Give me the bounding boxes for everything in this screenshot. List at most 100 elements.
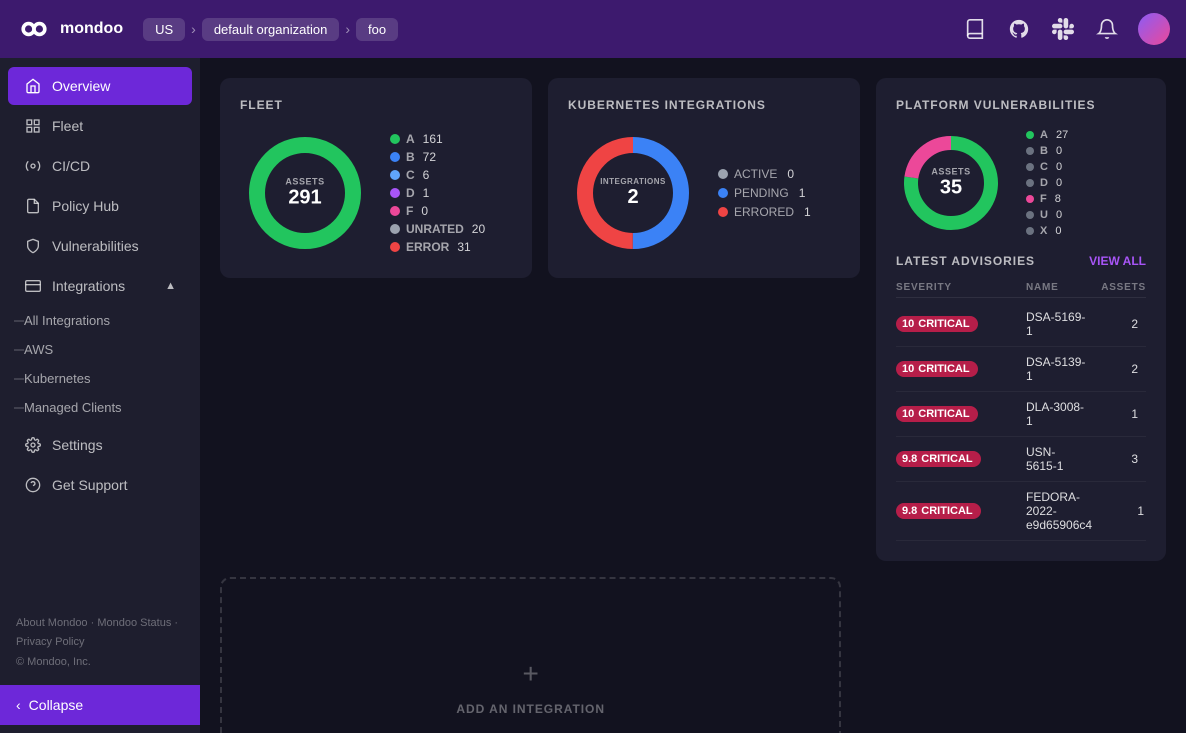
legend-dot-unrated: [390, 224, 400, 234]
legend-dot-d: [390, 188, 400, 198]
vuln-card: PLATFORM VULNERABILITIES ASSETS 35: [876, 78, 1166, 561]
user-avatar[interactable]: [1138, 13, 1170, 45]
legend-dot-c: [390, 170, 400, 180]
severity-badge: 10 CRITICAL: [896, 316, 978, 332]
breadcrumb-org[interactable]: default organization: [202, 18, 339, 41]
advisory-assets: 1: [1086, 407, 1146, 421]
k8s-card-title: KUBERNETES INTEGRATIONS: [568, 98, 840, 112]
severity-badge: 10 CRITICAL: [896, 361, 978, 377]
legend-val-a: 161: [423, 132, 443, 146]
legend-f: F 0: [390, 204, 485, 218]
col-severity: SEVERITY: [896, 282, 1026, 293]
github-icon[interactable]: [1006, 16, 1032, 42]
sidebar-item-kubernetes[interactable]: Kubernetes: [0, 364, 200, 393]
advisory-row[interactable]: 10 CRITICAL DLA-3008-1 1: [896, 392, 1146, 437]
k8s-legend-errored: ERRORED 1: [718, 205, 811, 219]
sidebar-item-overview[interactable]: Overview: [8, 67, 192, 105]
legend-val-f: 0: [421, 204, 428, 218]
advisory-row[interactable]: 10 CRITICAL DSA-5169-1 2: [896, 302, 1146, 347]
advisory-row[interactable]: 9.8 CRITICAL FEDORA-2022-e9d65906c4 1: [896, 482, 1146, 541]
sidebar-item-support[interactable]: Get Support: [8, 466, 192, 504]
vuln-legend-d: D 0: [1026, 177, 1068, 189]
breadcrumb-sep-2: ›: [345, 21, 350, 37]
advisory-row[interactable]: 9.8 CRITICAL USN-5615-1 3: [896, 437, 1146, 482]
mondoo-status-link[interactable]: Mondoo Status: [97, 617, 171, 629]
topnav: mondoo US › default organization › foo: [0, 0, 1186, 58]
sidebar-item-fleet[interactable]: Fleet: [8, 107, 192, 145]
breadcrumb: US › default organization › foo: [143, 18, 962, 41]
advisory-row[interactable]: 10 CRITICAL DSA-5139-1 2: [896, 347, 1146, 392]
k8s-legend-pending: PENDING 1: [718, 186, 811, 200]
legend-d: D 1: [390, 186, 485, 200]
sidebar-item-integrations[interactable]: Integrations ▲: [8, 267, 192, 305]
legend-b: B 72: [390, 150, 485, 164]
legend-c: C 6: [390, 168, 485, 182]
severity-badge: 9.8 CRITICAL: [896, 451, 981, 467]
legend-dot-errored: [718, 207, 728, 217]
sidebar-item-cicd[interactable]: CI/CD: [8, 147, 192, 185]
book-icon[interactable]: [962, 16, 988, 42]
k8s-card: KUBERNETES INTEGRATIONS INTEGRATIONS 2: [548, 78, 860, 278]
breadcrumb-foo[interactable]: foo: [356, 18, 398, 41]
all-integrations-label: All Integrations: [24, 313, 110, 328]
sidebar-item-settings[interactable]: Settings: [8, 426, 192, 464]
legend-val-pending: 1: [799, 186, 806, 200]
breadcrumb-us[interactable]: US: [143, 18, 185, 41]
k8s-chart-area: INTEGRATIONS 2 ACTIVE 0 PENDING: [568, 128, 840, 258]
vuln-chart-area: ASSETS 35 A 27 B 0: [896, 128, 1146, 238]
sidebar: Overview Fleet CI/CD Policy Hub Vulnerab…: [0, 58, 200, 733]
advisory-assets: 2: [1086, 317, 1146, 331]
add-integration-card[interactable]: + ADD AN INTEGRATION: [220, 577, 841, 733]
sidebar-item-managed-clients[interactable]: Managed Clients: [0, 393, 200, 422]
sidebar-item-vulnerabilities[interactable]: Vulnerabilities: [8, 227, 192, 265]
legend-val-c: 6: [423, 168, 430, 182]
advisory-name: DLA-3008-1: [1026, 400, 1086, 428]
advisory-assets: 2: [1086, 362, 1146, 376]
topnav-icons: [962, 13, 1170, 45]
severity-badge: 9.8 CRITICAL: [896, 503, 981, 519]
advisory-name: DSA-5139-1: [1026, 355, 1086, 383]
advisories-table-body: 10 CRITICAL DSA-5169-1 2 10 CRITICAL DSA…: [896, 302, 1146, 541]
advisories-title: LATEST ADVISORIES: [896, 254, 1035, 268]
severity-label: CRITICAL: [918, 318, 969, 330]
severity-score: 9.8: [902, 453, 917, 465]
legend-dot-a: [390, 134, 400, 144]
vuln-legend: A 27 B 0 C 0: [1026, 129, 1068, 237]
vuln-legend-c: C 0: [1026, 161, 1068, 173]
legend-val-active: 0: [787, 167, 794, 181]
severity-score: 9.8: [902, 505, 917, 517]
fleet-card: FLEET ASSETS: [220, 78, 532, 278]
breadcrumb-sep-1: ›: [191, 21, 196, 37]
collapse-button[interactable]: ‹ Collapse: [0, 685, 200, 725]
legend-val-errored: 1: [804, 205, 811, 219]
legend-error: ERROR 31: [390, 240, 485, 254]
sidebar-item-policy[interactable]: Policy Hub: [8, 187, 192, 225]
slack-icon[interactable]: [1050, 16, 1076, 42]
fleet-icon: [24, 117, 42, 135]
plus-icon: +: [522, 658, 538, 690]
k8s-legend: ACTIVE 0 PENDING 1 ERRORED 1: [718, 167, 811, 219]
legend-dot-error: [390, 242, 400, 252]
chevron-up-icon: ▲: [165, 280, 176, 292]
vuln-legend-u: U 0: [1026, 209, 1068, 221]
k8s-legend-active: ACTIVE 0: [718, 167, 811, 181]
view-all-button[interactable]: VIEW ALL: [1089, 254, 1146, 268]
collapse-label: Collapse: [29, 697, 83, 713]
advisory-name: DSA-5169-1: [1026, 310, 1086, 338]
sidebar-fleet-label: Fleet: [52, 118, 83, 134]
sidebar-integrations-label: Integrations: [52, 278, 125, 294]
home-icon: [24, 77, 42, 95]
about-mondoo-link[interactable]: About Mondoo: [16, 617, 88, 629]
severity-score: 10: [902, 318, 914, 330]
legend-val-d: 1: [423, 186, 430, 200]
sidebar-item-all-integrations[interactable]: All Integrations: [0, 306, 200, 335]
advisories-header: LATEST ADVISORIES VIEW ALL: [896, 254, 1146, 268]
sidebar-item-label: Overview: [52, 78, 110, 94]
managed-clients-label: Managed Clients: [24, 400, 122, 415]
privacy-policy-link[interactable]: Privacy Policy: [16, 636, 84, 648]
vuln-legend-a: A 27: [1026, 129, 1068, 141]
sidebar-item-aws[interactable]: AWS: [0, 335, 200, 364]
bell-icon[interactable]: [1094, 16, 1120, 42]
logo[interactable]: mondoo: [16, 11, 123, 47]
support-icon: [24, 476, 42, 494]
